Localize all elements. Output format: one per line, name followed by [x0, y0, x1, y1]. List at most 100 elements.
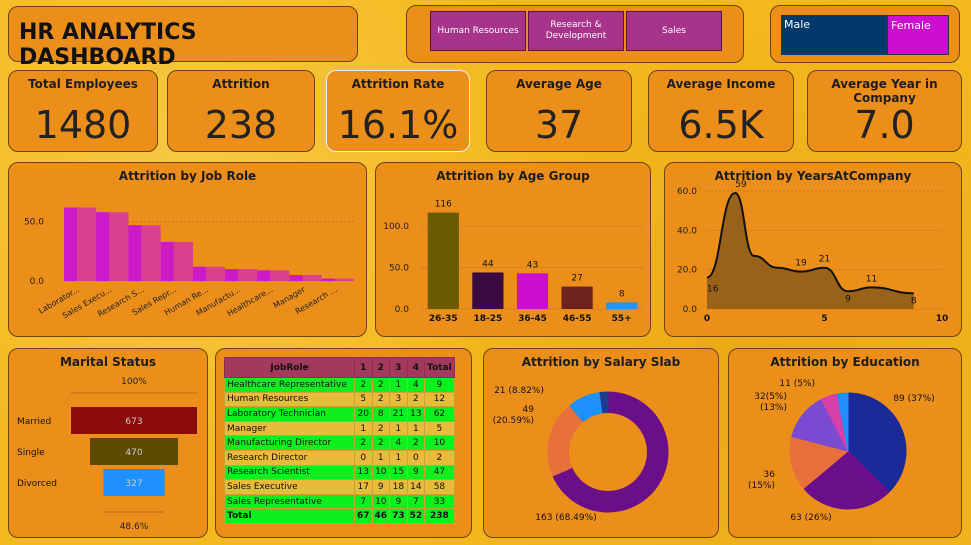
count-cell: 1	[389, 449, 408, 466]
kpi-total-employees: Total Employees 1480	[8, 70, 158, 152]
kpi-attrition-rate: Attrition Rate 16.1%	[326, 70, 470, 152]
funnel-bottom-label: 48.6%	[120, 522, 149, 532]
table-row: Sales Executive 17 9 18 14 58	[224, 479, 455, 495]
slicer-item-male[interactable]: Male	[781, 15, 887, 55]
kpi-average-income: Average Income 6.5K	[648, 70, 794, 152]
age-group-bar	[516, 273, 549, 309]
total-cell: 238	[424, 508, 455, 524]
x-tick-label: 0	[704, 314, 710, 324]
years-chart-card: Attrition by YearsAtCompany 0.0 20.0 40.0 6…	[664, 162, 962, 337]
slicer-item-research-development[interactable]: Research & Development	[528, 11, 624, 51]
y-tick-label: 100.0	[383, 222, 409, 232]
job-role-bar	[160, 241, 174, 281]
kpi-value: 16.1%	[337, 103, 459, 147]
count-cell: 9	[371, 479, 391, 495]
count-cell: 0	[406, 449, 426, 466]
y-tick-label: 20.0	[677, 266, 697, 276]
age-group-bar	[472, 272, 504, 309]
kpi-title: Average Age	[516, 77, 602, 91]
count-cell: 15	[389, 464, 408, 481]
data-label: 8	[619, 289, 625, 299]
data-label: (15%)	[748, 481, 775, 491]
job-role-cell: Sales Representative	[224, 493, 355, 510]
education-card: Attrition by Education 89 (37%) 63 (26%) 3…	[728, 348, 962, 538]
job-role-table: JobRole 1 2 3 4 Total Healthcare Represe…	[224, 357, 455, 524]
count-cell: 9	[406, 464, 426, 481]
category-label: Divorced	[17, 479, 57, 489]
column-header[interactable]: 2	[371, 357, 391, 378]
count-cell: 2	[424, 449, 455, 466]
data-label: 27	[571, 274, 582, 284]
count-cell: 10	[371, 493, 391, 510]
kpi-value: 7.0	[854, 103, 915, 147]
count-cell: 13	[354, 464, 373, 481]
job-role-cell: Sales Executive	[224, 479, 355, 495]
department-slicer: Human Resources Research & Development S…	[406, 5, 744, 63]
x-tick-label: 46-55	[563, 314, 592, 324]
count-cell: 2	[406, 391, 426, 408]
job-role-cell: Manager	[224, 420, 355, 437]
job-role-bar	[225, 269, 238, 281]
count-cell: 7	[406, 493, 426, 510]
x-tick-label: 5	[821, 314, 827, 324]
data-label: 49	[523, 405, 535, 415]
job-role-bar	[96, 212, 110, 281]
count-cell: 3	[389, 391, 408, 408]
years-area	[707, 192, 914, 309]
slicer-item-human-resources[interactable]: Human Resources	[430, 11, 526, 51]
data-label: 44	[482, 259, 494, 269]
count-cell: 4	[406, 377, 426, 393]
count-cell: 17	[354, 479, 373, 495]
kpi-value: 6.5K	[678, 103, 764, 147]
count-cell: 9	[424, 377, 455, 393]
count-cell: 1	[371, 449, 391, 466]
total-label: Total	[224, 508, 355, 524]
slicer-item-sales[interactable]: Sales	[626, 11, 722, 51]
count-cell: 21	[389, 406, 408, 422]
kpi-title: Average Income	[666, 77, 776, 91]
count-cell: 13	[406, 406, 426, 422]
table-row: Healthcare Representative 2 2 1 4 9	[224, 377, 455, 393]
slicer-item-female[interactable]: Female	[887, 15, 949, 55]
age-group-bar	[427, 212, 459, 309]
data-label: 11	[866, 274, 877, 284]
count-cell: 10	[371, 464, 391, 481]
table-row: Manufacturing Director 2 2 4 2 10	[224, 435, 455, 451]
table-row: Human Resources 5 2 3 2 12	[224, 391, 455, 408]
job-role-cell: Research Scientist	[224, 464, 355, 481]
column-header[interactable]: Total	[424, 357, 455, 378]
column-header[interactable]: 4	[406, 357, 426, 378]
column-header[interactable]: 1	[354, 357, 373, 378]
column-header[interactable]: JobRole	[224, 357, 355, 378]
count-cell: 7	[354, 493, 373, 510]
table-row: Sales Representative 7 10 9 7 33	[224, 493, 455, 510]
count-cell: 1	[389, 377, 408, 393]
age-group-bar	[561, 286, 593, 309]
data-label: 21 (8.82%)	[494, 386, 544, 396]
data-label: 21	[819, 255, 830, 265]
count-cell: 2	[406, 435, 426, 451]
kpi-title: Attrition	[212, 77, 270, 91]
count-cell: 5	[424, 420, 455, 437]
data-label: 43	[527, 260, 538, 270]
title-card: HR ANALYTICS DASHBOARD	[8, 6, 358, 70]
count-cell: 20	[354, 406, 373, 422]
y-tick-label: 50.0	[24, 218, 44, 228]
age-group-bar	[606, 302, 638, 309]
count-cell: 9	[389, 493, 408, 510]
age-group-chart: 0.0 50.0 100.0 116 26-35 44 18-25 43 36-45 27 46-5…	[383, 200, 644, 324]
job-role-cell: Manufacturing Director	[224, 435, 355, 451]
data-label: 19	[795, 259, 807, 269]
x-tick-label: 36-45	[518, 314, 547, 324]
funnel-top-label: 100%	[121, 377, 147, 387]
salary-slab-card: Attrition by Salary Slab 163 (68.49%) 49(…	[483, 348, 719, 538]
data-label: 32(5%)	[754, 392, 787, 402]
count-cell: 2	[354, 435, 373, 451]
data-label: 163 (68.49%)	[535, 513, 596, 523]
job-role-cell: Human Resources	[224, 391, 355, 408]
x-tick-label: 10	[936, 314, 949, 324]
job-role-bar	[128, 225, 142, 281]
column-header[interactable]: 3	[389, 357, 408, 378]
y-tick-label: 50.0	[389, 263, 409, 273]
count-cell: 5	[354, 391, 373, 408]
